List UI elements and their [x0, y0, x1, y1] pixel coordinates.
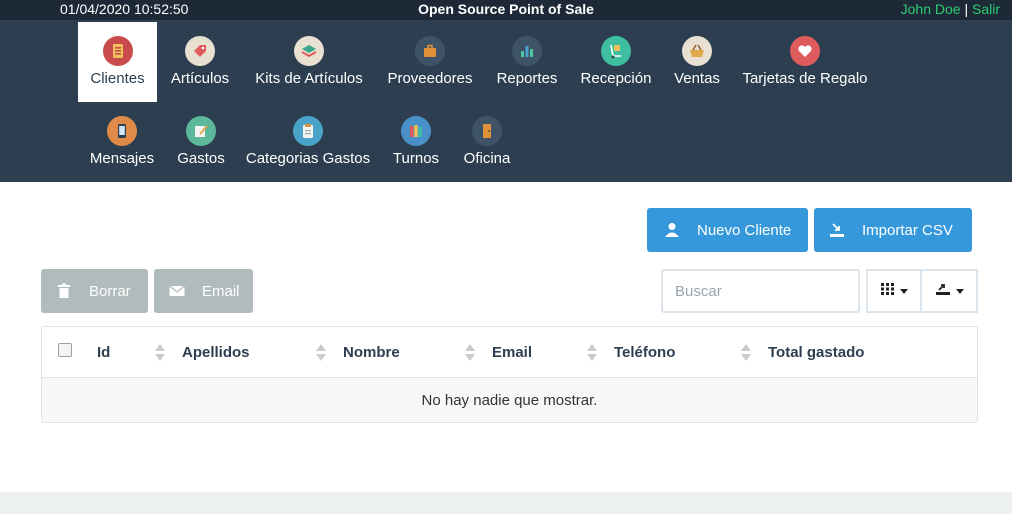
sort-icon[interactable] [316, 344, 326, 362]
sort-icon[interactable] [465, 344, 475, 362]
nav-item-articulos[interactable]: Artículos [160, 22, 240, 102]
chevron-down-icon [899, 288, 908, 294]
customers-table: Id Apellidos Nombre Email Teléfono Total… [41, 326, 978, 423]
user-icon [661, 219, 683, 241]
notepad-icon [186, 116, 216, 146]
user-name-link[interactable]: John Doe [901, 1, 961, 17]
nav-item-kits[interactable]: Kits de Artículos [248, 22, 370, 102]
column-header-id[interactable]: Id [97, 327, 110, 378]
column-header-apellidos[interactable]: Apellidos [182, 327, 250, 378]
envelope-icon [166, 280, 188, 302]
customers-icon [102, 36, 133, 66]
grid-icon [880, 282, 895, 300]
basket-icon [682, 36, 712, 66]
nav-item-recepcion[interactable]: Recepción [574, 22, 658, 102]
nav-label: Mensajes [89, 150, 155, 167]
nav-item-turnos[interactable]: Turnos [386, 102, 446, 182]
sort-icon[interactable] [587, 344, 597, 362]
heart-icon [790, 36, 820, 66]
top-bar: 01/04/2020 10:52:50 Open Source Point of… [0, 0, 1012, 20]
export-dropdown[interactable] [920, 269, 978, 313]
empty-table-message: No hay nadie que mostrar. [42, 378, 977, 422]
nav-label: Kits de Artículos [255, 70, 363, 87]
column-header-total-gastado[interactable]: Total gastado [768, 327, 864, 378]
nav-label: Categorias Gastos [245, 150, 371, 167]
column-header-nombre[interactable]: Nombre [343, 327, 400, 378]
new-customer-label: Nuevo Cliente [697, 221, 792, 239]
column-header-telefono[interactable]: Teléfono [614, 327, 675, 378]
nav-item-gastos[interactable]: Gastos [170, 102, 232, 182]
layers-icon [294, 36, 324, 66]
nav-item-categorias-gastos[interactable]: Categorias Gastos [240, 102, 376, 182]
user-separator: | [964, 1, 969, 17]
nav-item-proveedores[interactable]: Proveedores [380, 22, 480, 102]
footer [0, 492, 1012, 514]
nav-label: Reportes [496, 70, 558, 87]
nav-item-tarjetas[interactable]: Tarjetas de Regalo [738, 22, 872, 102]
select-all-checkbox[interactable] [58, 343, 72, 357]
nav-item-reportes[interactable]: Reportes [490, 22, 564, 102]
nav-label: Proveedores [387, 70, 473, 87]
main-nav: Clientes Artículos Kits de Artículos Pro… [0, 20, 1012, 182]
import-csv-label: Importar CSV [862, 221, 953, 239]
nav-item-clientes[interactable]: Clientes [78, 22, 157, 102]
columns-dropdown[interactable] [866, 269, 922, 313]
bar-chart-icon [512, 36, 542, 66]
logout-link[interactable]: Salir [972, 1, 1000, 17]
import-icon [826, 219, 848, 241]
export-icon [935, 282, 951, 301]
nav-label: Turnos [392, 150, 440, 167]
search-input[interactable] [661, 269, 860, 313]
nav-label: Tarjetas de Regalo [742, 70, 868, 87]
trash-icon [53, 280, 75, 302]
user-menu: John Doe | Salir [901, 1, 1000, 17]
nav-label: Ventas [674, 70, 720, 87]
clipboard-icon [293, 116, 323, 146]
briefcase-icon [415, 36, 445, 66]
nav-label: Artículos [170, 70, 230, 87]
tag-icon [185, 36, 215, 66]
nav-label: Recepción [580, 70, 652, 87]
books-icon [401, 116, 431, 146]
nav-item-oficina[interactable]: Oficina [456, 102, 518, 182]
column-header-email[interactable]: Email [492, 327, 532, 378]
email-label: Email [202, 282, 240, 300]
app-title: Open Source Point of Sale [418, 1, 594, 17]
nav-label: Oficina [463, 150, 511, 167]
import-csv-button[interactable]: Importar CSV [814, 208, 972, 252]
email-button[interactable]: Email [154, 269, 253, 313]
door-icon [472, 116, 502, 146]
delete-label: Borrar [89, 282, 131, 300]
phone-icon [107, 116, 137, 146]
hand-truck-icon [601, 36, 631, 66]
chevron-down-icon [955, 288, 964, 294]
sort-icon[interactable] [155, 344, 165, 362]
nav-label: Clientes [90, 70, 145, 87]
sort-icon[interactable] [741, 344, 751, 362]
nav-label: Gastos [177, 150, 225, 167]
nav-item-mensajes[interactable]: Mensajes [82, 102, 162, 182]
table-header: Id Apellidos Nombre Email Teléfono Total… [42, 327, 977, 378]
delete-button[interactable]: Borrar [41, 269, 148, 313]
new-customer-button[interactable]: Nuevo Cliente [647, 208, 808, 252]
nav-item-ventas[interactable]: Ventas [666, 22, 728, 102]
